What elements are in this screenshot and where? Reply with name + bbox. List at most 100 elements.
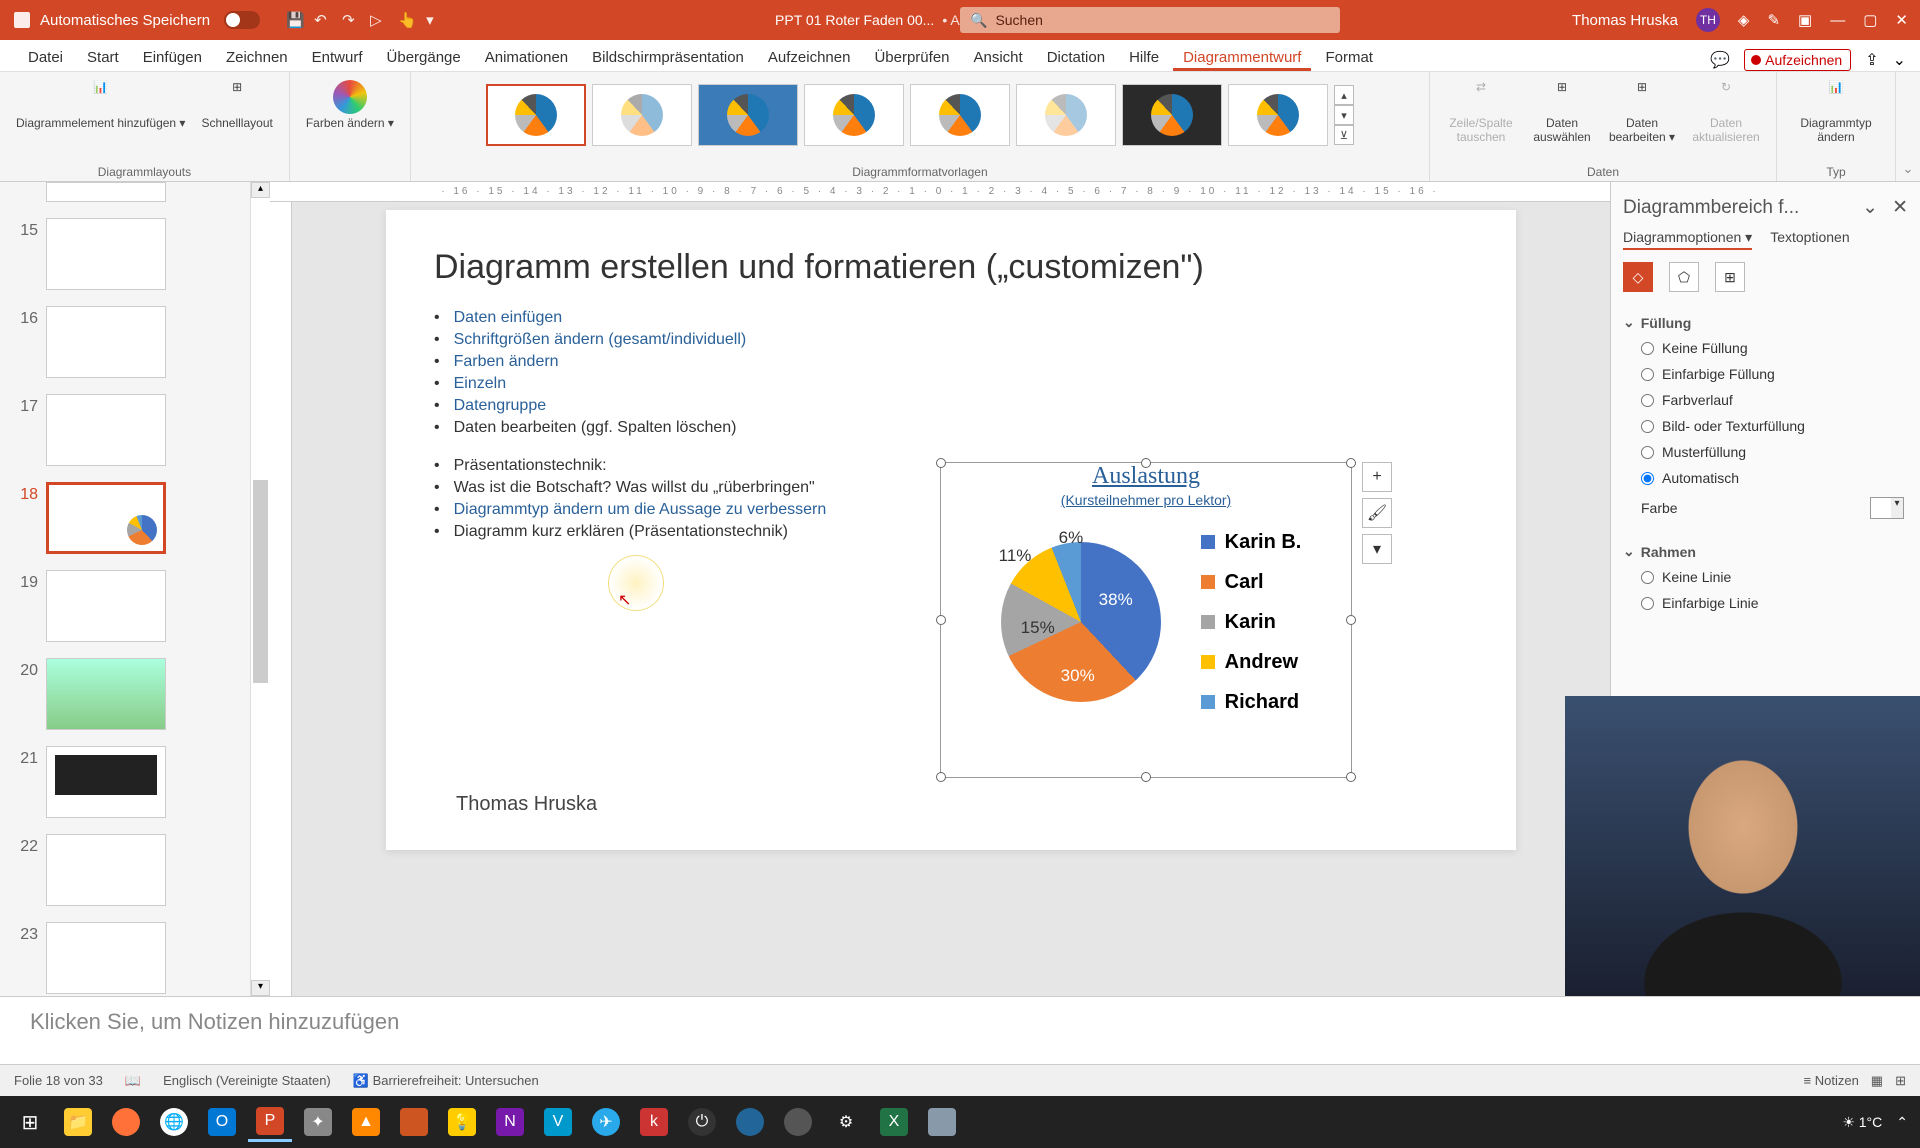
taskbar-outlook[interactable]: O xyxy=(200,1102,244,1142)
slide-title[interactable]: Diagramm erstellen und formatieren („cus… xyxy=(434,248,1468,287)
chart-legend[interactable]: Karin B. Carl Karin Andrew Richard xyxy=(1201,522,1302,722)
radio-picture-fill[interactable]: Bild- oder Texturfüllung xyxy=(1623,413,1908,439)
systray-expand-icon[interactable]: ⌃ xyxy=(1896,1114,1908,1131)
notes-pane[interactable]: Klicken Sie, um Notizen hinzuzufügen xyxy=(0,996,1920,1064)
ribbon-collapse-icon[interactable]: ⌄ xyxy=(1893,50,1906,70)
resize-handle[interactable] xyxy=(936,458,946,468)
taskbar-app-15[interactable] xyxy=(728,1102,772,1142)
effects-icon[interactable]: ⬠ xyxy=(1669,262,1699,292)
chart-brush-icon[interactable]: 🖌 xyxy=(1362,498,1392,528)
tab-uebergaenge[interactable]: Übergänge xyxy=(377,43,471,71)
view-sorter-icon[interactable]: ⊞ xyxy=(1895,1073,1906,1089)
select-data-button[interactable]: ⊞Daten auswählen xyxy=(1528,78,1596,146)
slide-thumb-21[interactable] xyxy=(46,746,166,818)
add-chart-element-button[interactable]: 📊Diagrammelement hinzufügen ▾ xyxy=(12,78,189,132)
bullet-l4[interactable]: Einzeln xyxy=(434,373,1468,395)
collapse-ribbon-icon[interactable]: ⌄ xyxy=(1896,72,1920,181)
close-icon[interactable]: ✕ xyxy=(1895,11,1908,29)
diamond-icon[interactable]: ◈ xyxy=(1738,11,1750,29)
file-name[interactable]: PPT 01 Roter Faden 00... xyxy=(775,12,934,28)
taskbar-excel[interactable]: X xyxy=(872,1102,916,1142)
chart-style-7[interactable] xyxy=(1122,84,1222,146)
resize-handle[interactable] xyxy=(936,772,946,782)
weather-widget[interactable]: ☀ 1°C xyxy=(1842,1114,1882,1131)
radio-auto-fill[interactable]: Automatisch xyxy=(1623,465,1908,491)
tab-chart-options[interactable]: Diagrammoptionen ▾ xyxy=(1623,229,1752,250)
taskbar-app-11[interactable]: V xyxy=(536,1102,580,1142)
notes-toggle[interactable]: ≡ Notizen xyxy=(1804,1073,1859,1088)
pane-dropdown-icon[interactable]: ⌄ xyxy=(1862,196,1878,219)
slide-thumb-20[interactable] xyxy=(46,658,166,730)
touch-mode-icon[interactable]: 👆 xyxy=(398,11,416,29)
tab-format[interactable]: Format xyxy=(1315,43,1383,71)
record-button[interactable]: Aufzeichnen xyxy=(1744,49,1851,71)
view-normal-icon[interactable]: ▦ xyxy=(1871,1073,1883,1089)
radio-no-line[interactable]: Keine Linie xyxy=(1623,564,1908,590)
taskbar-explorer[interactable]: 📁 xyxy=(56,1102,100,1142)
window-icon[interactable]: ▣ xyxy=(1798,11,1812,29)
edit-data-button[interactable]: ⊞Daten bearbeiten ▾ xyxy=(1604,78,1680,146)
user-avatar[interactable]: TH xyxy=(1696,8,1720,32)
resize-handle[interactable] xyxy=(1346,615,1356,625)
minimize-icon[interactable]: — xyxy=(1830,12,1845,29)
chart-subtitle[interactable]: (Kursteilnehmer pro Lektor) xyxy=(941,492,1351,508)
scroll-handle[interactable] xyxy=(253,480,268,683)
taskbar-powerpoint[interactable]: P xyxy=(248,1102,292,1142)
tab-dictation[interactable]: Dictation xyxy=(1037,43,1115,71)
change-chart-type-button[interactable]: 📊Diagrammtyp ändern xyxy=(1789,78,1883,146)
taskbar-chrome[interactable]: 🌐 xyxy=(152,1102,196,1142)
resize-handle[interactable] xyxy=(936,615,946,625)
fill-line-icon[interactable]: ◇ xyxy=(1623,262,1653,292)
tab-einfuegen[interactable]: Einfügen xyxy=(133,43,212,71)
pane-close-icon[interactable]: ✕ xyxy=(1892,196,1908,219)
gallery-more-icon[interactable]: ⊻ xyxy=(1334,125,1354,145)
taskbar-settings[interactable]: ⚙ xyxy=(824,1102,868,1142)
slide-counter[interactable]: Folie 18 von 33 xyxy=(14,1073,103,1088)
resize-handle[interactable] xyxy=(1141,772,1151,782)
app-menu-icon[interactable] xyxy=(14,12,30,28)
slide-thumb-22[interactable] xyxy=(46,834,166,906)
tab-ueberpruefen[interactable]: Überprüfen xyxy=(864,43,959,71)
tab-aufzeichnen[interactable]: Aufzeichnen xyxy=(758,43,861,71)
scroll-up-icon[interactable]: ▴ xyxy=(251,182,270,198)
chart-style-8[interactable] xyxy=(1228,84,1328,146)
tab-text-options[interactable]: Textoptionen xyxy=(1770,229,1849,250)
chart-style-1[interactable] xyxy=(486,84,586,146)
tab-animationen[interactable]: Animationen xyxy=(475,43,578,71)
thumbs-scrollbar[interactable]: ▴ ▾ xyxy=(250,182,270,996)
tab-start[interactable]: Start xyxy=(77,43,129,71)
refresh-data-button[interactable]: ↻Daten aktualisieren xyxy=(1688,78,1764,146)
tab-ansicht[interactable]: Ansicht xyxy=(964,43,1033,71)
switch-row-col-button[interactable]: ⇄Zeile/Spalte tauschen xyxy=(1442,78,1520,146)
chart-style-3[interactable] xyxy=(698,84,798,146)
taskbar-app-19[interactable] xyxy=(920,1102,964,1142)
resize-handle[interactable] xyxy=(1141,458,1151,468)
user-name[interactable]: Thomas Hruska xyxy=(1572,12,1678,29)
chart-style-6[interactable] xyxy=(1016,84,1116,146)
bullet-l6[interactable]: Daten bearbeiten (ggf. Spalten löschen) xyxy=(434,417,1468,439)
chart-filter-icon[interactable]: ▾ xyxy=(1362,534,1392,564)
search-box[interactable]: 🔍 Suchen xyxy=(960,7,1340,33)
radio-solid-line[interactable]: Einfarbige Linie xyxy=(1623,590,1908,616)
chart-style-5[interactable] xyxy=(910,84,1010,146)
language-status[interactable]: Englisch (Vereinigte Staaten) xyxy=(163,1073,331,1088)
taskbar-firefox[interactable] xyxy=(104,1102,148,1142)
pie-chart[interactable]: 38% 30% 15% 11% 6% xyxy=(991,532,1171,712)
gallery-up-icon[interactable]: ▴ xyxy=(1334,85,1354,105)
taskbar-vlc[interactable]: ▲ xyxy=(344,1102,388,1142)
tab-hilfe[interactable]: Hilfe xyxy=(1119,43,1169,71)
gallery-down-icon[interactable]: ▾ xyxy=(1334,105,1354,125)
slide-thumb-16[interactable] xyxy=(46,306,166,378)
slide-canvas[interactable]: Diagramm erstellen und formatieren („cus… xyxy=(386,210,1516,850)
undo-icon[interactable]: ↶ xyxy=(314,11,332,29)
size-props-icon[interactable]: ⊞ xyxy=(1715,262,1745,292)
taskbar-app-14[interactable]: ⏻ xyxy=(680,1102,724,1142)
horizontal-ruler[interactable]: · 16 · 15 · 14 · 13 · 12 · 11 · 10 · 9 ·… xyxy=(270,182,1610,202)
taskbar-onenote[interactable]: N xyxy=(488,1102,532,1142)
chart-style-2[interactable] xyxy=(592,84,692,146)
comments-icon[interactable]: 💬 xyxy=(1710,50,1730,70)
scroll-down-icon[interactable]: ▾ xyxy=(251,980,270,996)
fill-section-header[interactable]: ⌄ Füllung xyxy=(1623,310,1908,335)
taskbar-telegram[interactable]: ✈ xyxy=(584,1102,628,1142)
resize-handle[interactable] xyxy=(1346,458,1356,468)
